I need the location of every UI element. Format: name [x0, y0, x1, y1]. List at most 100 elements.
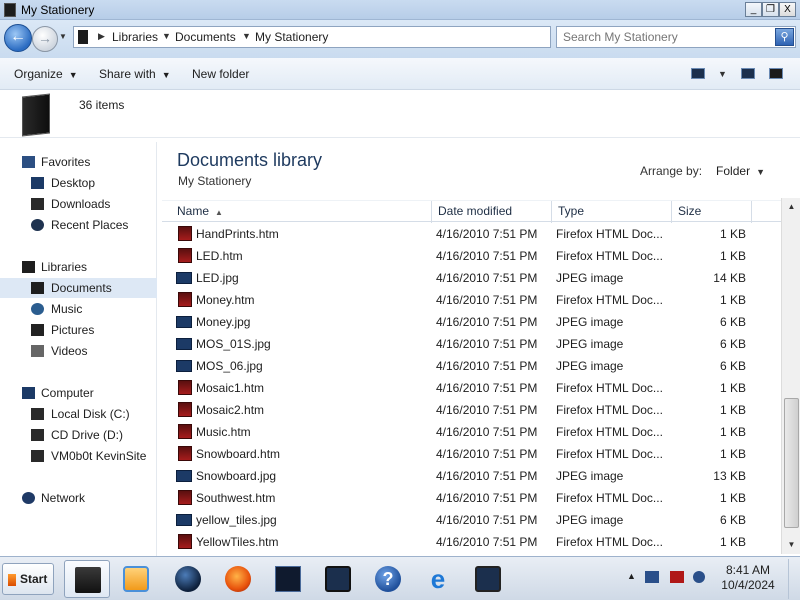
crumb-separator-icon[interactable]: ▶	[98, 31, 105, 42]
file-row[interactable]: Mosaic1.htm 4/16/2010 7:51 PM Firefox HTML…	[162, 377, 780, 399]
globe-icon	[175, 566, 201, 592]
file-name[interactable]: yellow_tiles.jpg	[196, 513, 277, 527]
file-name[interactable]: LED.jpg	[196, 271, 239, 285]
nav-item-recent-places[interactable]: Recent Places	[0, 215, 157, 235]
file-name[interactable]: Southwest.htm	[196, 491, 275, 505]
taskbar-app-explorer[interactable]	[64, 560, 110, 598]
column-header-name[interactable]: Name ▲	[162, 201, 432, 223]
start-button[interactable]: Start	[2, 563, 54, 595]
navigation-pane[interactable]: Favorites Desktop Downloads Recent Place…	[0, 142, 157, 556]
taskbar-app-network[interactable]	[465, 560, 511, 598]
search-icon[interactable]: ⚲	[775, 28, 794, 46]
system-clock[interactable]: 8:41 AM 10/4/2024	[712, 563, 784, 593]
file-row[interactable]: Snowboard.htm 4/16/2010 7:51 PM Firefox HT…	[162, 443, 780, 465]
action-center-icon[interactable]	[645, 571, 659, 583]
search-input[interactable]	[559, 29, 771, 45]
show-desktop-button[interactable]	[788, 559, 798, 599]
file-name[interactable]: MOS_06.jpg	[196, 359, 263, 373]
file-row[interactable]: LED.jpg 4/16/2010 7:51 PM JPEG image 14 KB	[162, 267, 780, 289]
crumb-separator-icon[interactable]: ▼	[242, 31, 251, 41]
file-row[interactable]: MOS_06.jpg 4/16/2010 7:51 PM JPEG image 6 K…	[162, 355, 780, 377]
recent-pages-chevron-icon[interactable]: ▼	[59, 32, 67, 41]
column-header-date[interactable]: Date modified	[432, 201, 552, 223]
file-row[interactable]: YellowTiles.htm 4/16/2010 7:51 PM Firefox …	[162, 531, 780, 553]
new-folder-button[interactable]: New folder	[192, 67, 249, 81]
help-icon[interactable]	[769, 68, 783, 79]
taskbar-app-globe[interactable]	[165, 560, 211, 598]
file-row[interactable]: Music.htm 4/16/2010 7:51 PM Firefox HTML D…	[162, 421, 780, 443]
file-row[interactable]: Money.htm 4/16/2010 7:51 PM Firefox HTML D…	[162, 289, 780, 311]
file-name[interactable]: Snowboard.jpg	[196, 469, 276, 483]
breadcrumb-libraries[interactable]: Libraries	[112, 30, 158, 44]
file-name[interactable]: HandPrints.htm	[196, 227, 279, 241]
nav-item-cd-drive[interactable]: CD Drive (D:)	[0, 425, 157, 445]
vertical-scrollbar[interactable]: ▲ ▼	[781, 198, 800, 554]
crumb-separator-icon[interactable]: ▼	[162, 31, 171, 41]
file-name[interactable]: YellowTiles.htm	[196, 535, 278, 549]
maximize-button[interactable]: ❐	[762, 2, 779, 17]
change-view-icon[interactable]	[691, 68, 705, 79]
search-box[interactable]: ⚲	[556, 26, 796, 48]
view-options-chevron-icon[interactable]: ▼	[718, 69, 727, 79]
title-bar[interactable]: My Stationery _ ❐ X	[0, 0, 800, 20]
file-size: 1 KB	[719, 425, 746, 439]
file-name[interactable]: Snowboard.htm	[196, 447, 280, 461]
file-name[interactable]: Mosaic2.htm	[196, 403, 264, 417]
breadcrumb-my-stationery[interactable]: My Stationery	[255, 30, 328, 44]
scroll-thumb[interactable]	[784, 398, 799, 528]
nav-item-videos[interactable]: Videos	[0, 341, 157, 361]
taskbar-app-internet-explorer[interactable]: e	[415, 560, 461, 598]
file-row[interactable]: yellow_tiles.jpg 4/16/2010 7:51 PM JPEG im…	[162, 509, 780, 531]
preview-pane-icon[interactable]	[741, 68, 755, 79]
file-name[interactable]: MOS_01S.jpg	[196, 337, 271, 351]
arrange-by-control[interactable]: Arrange by: Folder ▼	[640, 164, 765, 178]
file-row[interactable]: MOS_01S.jpg 4/16/2010 7:51 PM JPEG image 6 …	[162, 333, 780, 355]
file-row[interactable]: Snowboard.jpg 4/16/2010 7:51 PM JPEG image…	[162, 465, 780, 487]
taskbar-app-firefox[interactable]	[215, 560, 261, 598]
file-type: Firefox HTML Doc...	[556, 491, 663, 505]
taskbar-app-media-player[interactable]	[113, 560, 159, 598]
nav-item-computer[interactable]: Computer	[0, 383, 157, 403]
scroll-down-icon[interactable]: ▼	[783, 537, 800, 553]
nav-item-libraries[interactable]: Libraries	[0, 257, 157, 277]
nav-item-documents[interactable]: Documents	[0, 278, 157, 298]
back-button[interactable]: ←	[4, 24, 32, 52]
breadcrumb-documents[interactable]: Documents	[175, 30, 236, 44]
arrange-by-value[interactable]: Folder	[716, 164, 750, 178]
nav-item-downloads[interactable]: Downloads	[0, 194, 157, 214]
file-row[interactable]: Money.jpg 4/16/2010 7:51 PM JPEG image 6 KB	[162, 311, 780, 333]
scroll-up-icon[interactable]: ▲	[783, 199, 800, 215]
nav-item-local-disk[interactable]: Local Disk (C:)	[0, 404, 157, 424]
nav-item-network[interactable]: Network	[0, 488, 157, 508]
explorer-window: My Stationery _ ❐ X ← → ▼ ▶ Libraries ▼ …	[0, 0, 800, 556]
file-row[interactable]: LED.htm 4/16/2010 7:51 PM Firefox HTML Doc…	[162, 245, 780, 267]
taskbar-app-task-manager[interactable]	[265, 560, 311, 598]
file-name[interactable]: Money.htm	[196, 293, 254, 307]
power-icon[interactable]	[670, 571, 684, 583]
file-row[interactable]: Southwest.htm 4/16/2010 7:51 PM Firefox HT…	[162, 487, 780, 509]
file-name[interactable]: Music.htm	[196, 425, 251, 439]
minimize-button[interactable]: _	[745, 2, 762, 17]
nav-item-network-drive[interactable]: VM0b0t KevinSite	[0, 446, 157, 466]
file-name[interactable]: LED.htm	[196, 249, 243, 263]
volume-icon[interactable]	[693, 571, 705, 583]
file-name[interactable]: Mosaic1.htm	[196, 381, 264, 395]
chevron-down-icon[interactable]: ▼	[756, 167, 765, 177]
nav-item-desktop[interactable]: Desktop	[0, 173, 157, 193]
taskbar-app-remote-desktop[interactable]	[315, 560, 361, 598]
show-hidden-icons-icon[interactable]: ▲	[627, 571, 636, 581]
close-button[interactable]: X	[779, 2, 796, 17]
column-header-size[interactable]: Size	[672, 201, 752, 223]
column-header-type[interactable]: Type	[552, 201, 672, 223]
nav-item-music[interactable]: Music	[0, 299, 157, 319]
organize-button[interactable]: Organize ▼	[14, 67, 78, 81]
file-name[interactable]: Money.jpg	[196, 315, 250, 329]
address-bar[interactable]: ▶ Libraries ▼ Documents ▼ My Stationery …	[73, 26, 622, 48]
nav-item-favorites[interactable]: Favorites	[0, 152, 157, 172]
taskbar-app-help[interactable]: ?	[365, 560, 411, 598]
file-row[interactable]: HandPrints.htm 4/16/2010 7:51 PM Firefox H…	[162, 223, 780, 245]
forward-button[interactable]: →	[32, 26, 58, 52]
nav-item-pictures[interactable]: Pictures	[0, 320, 157, 340]
share-with-button[interactable]: Share with ▼	[99, 67, 171, 81]
file-row[interactable]: Mosaic2.htm 4/16/2010 7:51 PM Firefox HTML…	[162, 399, 780, 421]
